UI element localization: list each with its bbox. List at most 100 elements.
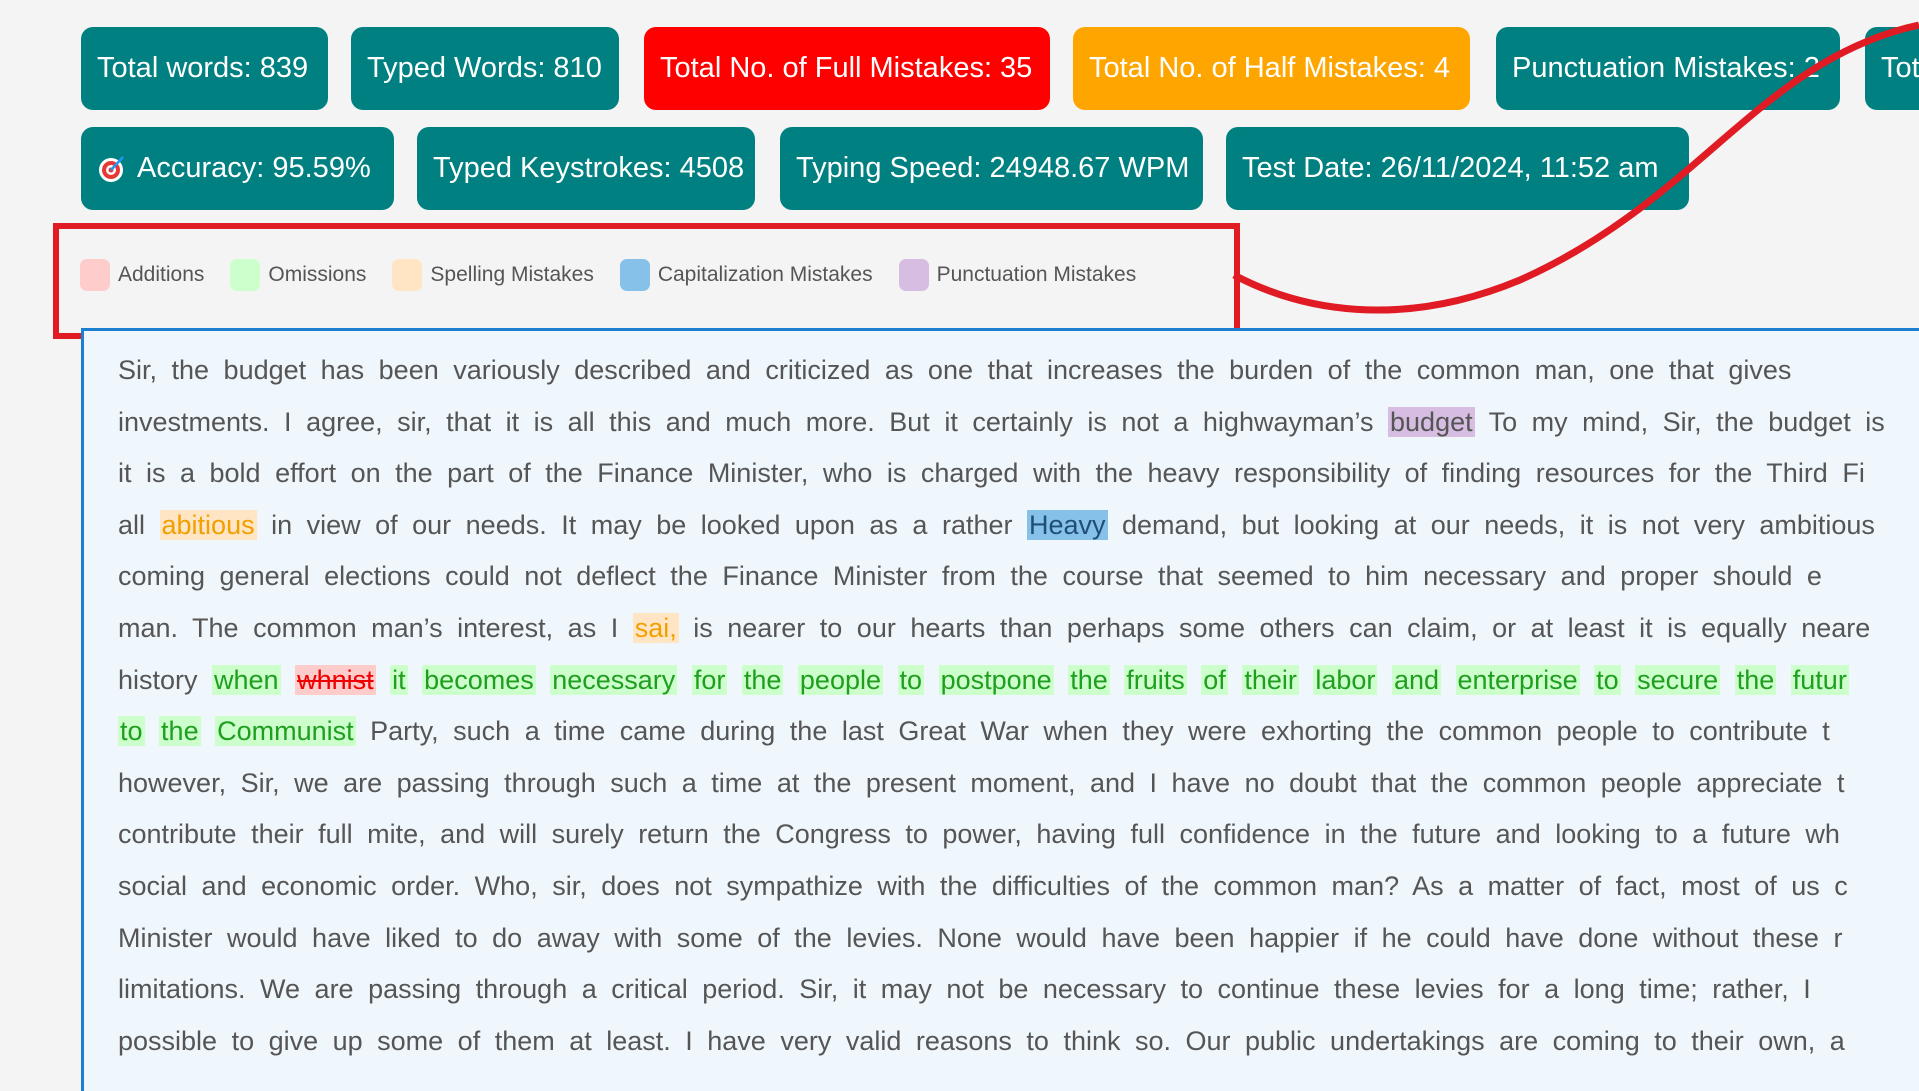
stat-label: Total No. of Half Mistakes: 4 xyxy=(1089,52,1451,84)
text-segment xyxy=(1054,665,1069,695)
stat-label: Typed Keystrokes: 4508 xyxy=(433,152,745,184)
omission-word: and xyxy=(1391,664,1441,695)
text-line: history when whnist it becomes necessary… xyxy=(118,655,1849,705)
spelling-word: sai, xyxy=(632,613,679,643)
text-line: however, Sir, we are passing through suc… xyxy=(118,758,1844,808)
stat-label: Typing Speed: 24948.67 WPM xyxy=(796,152,1190,184)
text-segment xyxy=(1580,665,1595,695)
omission-word: the xyxy=(741,664,784,695)
text-segment xyxy=(1621,665,1636,695)
text-segment: To my mind, Sir, the budget is xyxy=(1474,406,1885,437)
text-line: coming general elections could not defle… xyxy=(118,551,1822,601)
text-segment xyxy=(408,665,423,695)
text-segment: history xyxy=(118,664,213,695)
omission-word: the xyxy=(1068,664,1110,695)
text-segment: it is a bold effort on the part of the F… xyxy=(118,458,1865,489)
text-segment xyxy=(1299,665,1314,695)
text-line: man. The common man’s interest, as I sai… xyxy=(118,603,1870,653)
text-segment xyxy=(1228,665,1243,695)
stat-label: Accuracy: 95.59% xyxy=(137,152,371,184)
stat-label: Test Date: 26/11/2024, 11:52 am xyxy=(1242,152,1659,184)
text-line: possible to give up some of them at leas… xyxy=(118,1016,1845,1066)
text-segment: investments. I agree, sir, that it is al… xyxy=(118,406,1389,437)
text-segment: however, Sir, we are passing through suc… xyxy=(118,767,1845,798)
omission-word: when xyxy=(212,664,281,695)
text-line: it is a bold effort on the part of the F… xyxy=(118,448,1865,498)
text-segment: demand, but looking at our needs, it is … xyxy=(1107,509,1875,540)
omission-word: it xyxy=(390,664,408,695)
omission-word: becomes xyxy=(422,664,536,695)
omission-word: their xyxy=(1242,664,1299,695)
stat-card: Total No. of Full Mistakes: 35 xyxy=(644,27,1050,110)
text-segment: is nearer to our hearts than perhaps som… xyxy=(678,613,1871,643)
text-segment xyxy=(883,665,898,695)
punct-word: budget xyxy=(1388,406,1475,437)
omission-word: of xyxy=(1201,664,1228,695)
text-segment xyxy=(145,716,160,746)
text-segment xyxy=(783,665,798,695)
text-segment: possible to give up some of them at leas… xyxy=(118,1025,1845,1056)
addition-word: whnist xyxy=(295,664,376,695)
omission-word: secure xyxy=(1635,664,1721,695)
omission-word: enterprise xyxy=(1455,664,1580,695)
text-segment xyxy=(376,665,391,695)
text-segment xyxy=(727,665,742,695)
text-segment: limitations. We are passing through a cr… xyxy=(118,974,1811,1005)
text-segment: all xyxy=(118,509,160,540)
text-segment: Party, such a time came during the last … xyxy=(355,716,1830,747)
omission-word: for xyxy=(691,664,728,695)
text-line: contribute their full mite, and will sur… xyxy=(118,809,1840,859)
text-segment xyxy=(1776,665,1791,695)
stat-card: Test Date: 26/11/2024, 11:52 am xyxy=(1226,127,1689,210)
text-segment xyxy=(1441,665,1456,695)
stat-card: Typed Words: 810 xyxy=(351,27,619,110)
stat-label: Tot xyxy=(1881,52,1919,84)
stat-label: Total words: 839 xyxy=(97,52,309,84)
text-segment: coming general elections could not defle… xyxy=(118,561,1822,592)
target-icon xyxy=(97,154,127,184)
text-segment: man. The common man’s interest, as I xyxy=(118,613,633,643)
typed-text-comparison: Sir, the budget has been variously descr… xyxy=(81,328,1919,1091)
text-line: to the Communist Party, such a time came… xyxy=(118,706,1830,756)
stat-card: Accuracy: 95.59% xyxy=(81,127,394,210)
text-segment xyxy=(924,665,939,695)
omission-word: fruits xyxy=(1124,664,1187,695)
omission-word: to xyxy=(897,664,925,695)
text-segment xyxy=(677,665,692,695)
text-line: limitations. We are passing through a cr… xyxy=(118,964,1811,1014)
omission-word: to xyxy=(118,716,145,747)
text-segment: Minister would have liked to do away wit… xyxy=(118,922,1843,953)
omission-word: people xyxy=(797,664,883,695)
omission-word: the xyxy=(1734,664,1777,695)
text-line: social and economic order. Who, sir, doe… xyxy=(118,861,1848,911)
stat-label: Typed Words: 810 xyxy=(367,52,602,84)
text-segment xyxy=(281,665,296,695)
stat-card: Total No. of Half Mistakes: 4 xyxy=(1073,27,1470,110)
stat-card: Tot xyxy=(1865,27,1919,110)
text-line: Sir, the budget has been variously descr… xyxy=(118,345,1791,395)
text-segment: social and economic order. Who, sir, doe… xyxy=(118,871,1848,901)
text-segment xyxy=(1110,665,1125,695)
stat-label: Total No. of Full Mistakes: 35 xyxy=(660,52,1033,84)
capital-word: Heavy xyxy=(1026,509,1108,540)
stat-card: Total words: 839 xyxy=(81,27,328,110)
text-segment: in view of our needs. It may be looked u… xyxy=(256,509,1027,540)
text-line: all abitious in view of our needs. It ma… xyxy=(118,500,1875,550)
omission-word: necessary xyxy=(550,664,678,695)
text-line: investments. I agree, sir, that it is al… xyxy=(118,397,1885,447)
stat-card: Typed Keystrokes: 4508 xyxy=(417,127,755,210)
text-segment: contribute their full mite, and will sur… xyxy=(118,819,1840,850)
text-segment xyxy=(1720,665,1735,695)
text-segment: Sir, the budget has been variously descr… xyxy=(118,355,1792,385)
omission-word: to xyxy=(1594,664,1621,695)
text-segment xyxy=(201,716,216,746)
stat-card: Punctuation Mistakes: 2 xyxy=(1496,27,1840,110)
text-segment xyxy=(1187,665,1202,695)
omission-word: Communist xyxy=(215,716,356,747)
text-line: Minister would have liked to do away wit… xyxy=(118,913,1842,963)
omission-word: labor xyxy=(1313,664,1378,695)
omission-word: the xyxy=(159,716,201,747)
spelling-word: abitious xyxy=(159,509,257,540)
annotation-rectangle xyxy=(53,223,1240,339)
stat-label: Punctuation Mistakes: 2 xyxy=(1512,52,1820,84)
